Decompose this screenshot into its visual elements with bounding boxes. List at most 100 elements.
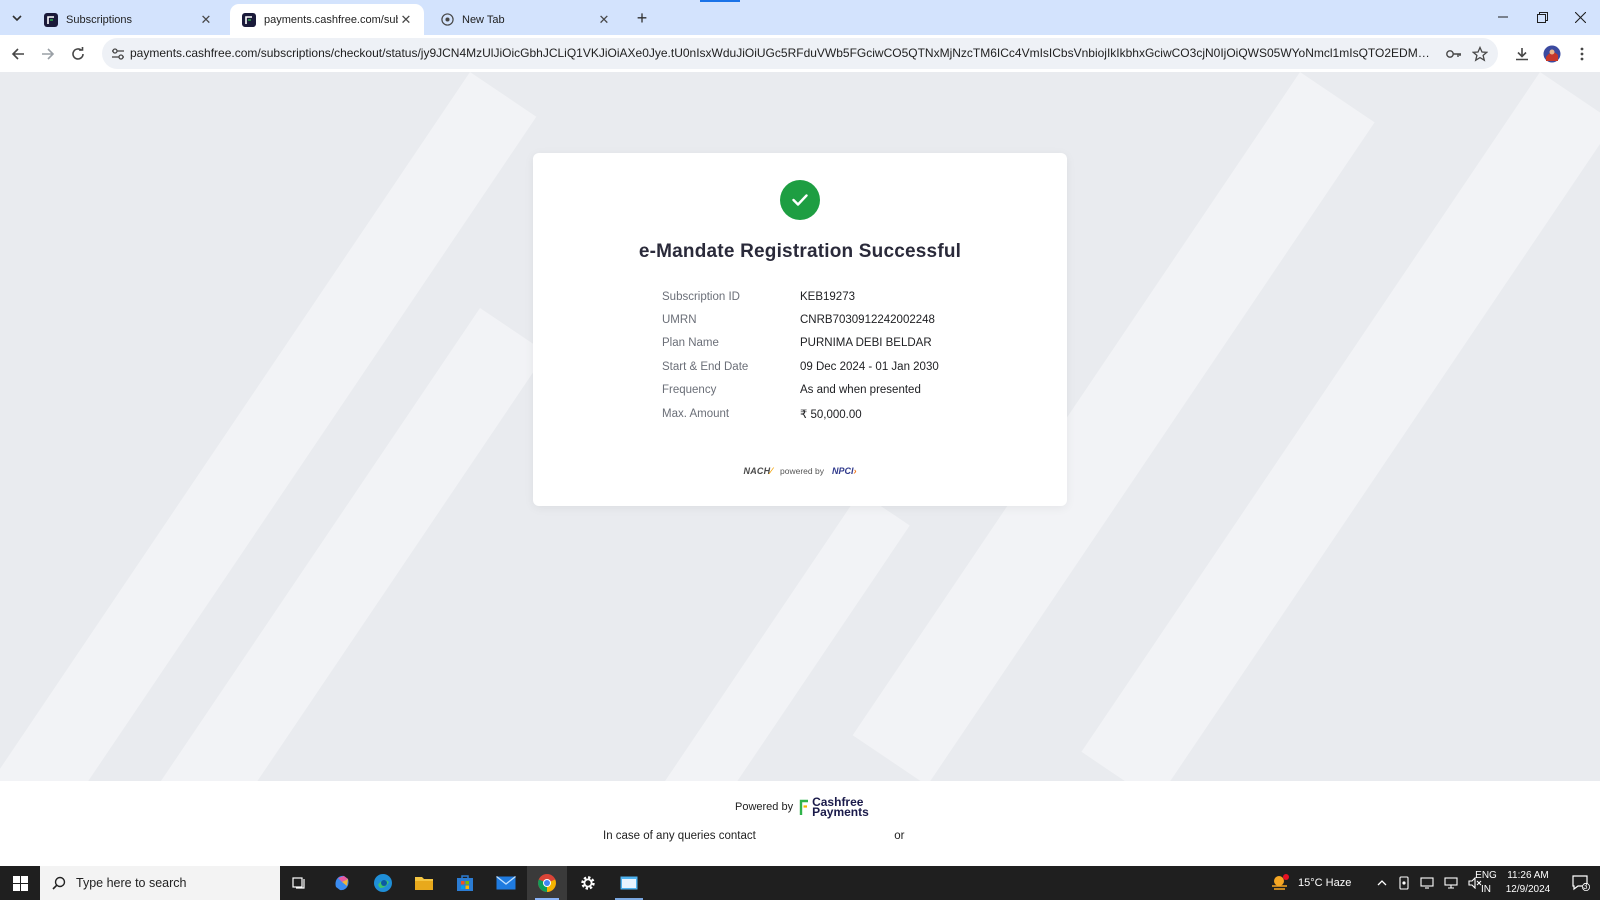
system-tray-icons	[1376, 866, 1482, 900]
status-title: e-Mandate Registration Successful	[638, 241, 962, 262]
minimize-icon	[1498, 16, 1508, 18]
npci-logo-text: NPCI	[831, 466, 854, 476]
new-tab-button[interactable]: +	[630, 6, 654, 30]
npci-logo-mark: ›	[853, 466, 857, 476]
open-app-button[interactable]	[609, 866, 649, 900]
meet-now-icon[interactable]	[1398, 876, 1410, 890]
mandate-status-card: e-Mandate Registration Successful Subscr…	[533, 153, 1067, 506]
mail-icon	[496, 876, 516, 890]
chrome-globe-icon	[440, 13, 454, 27]
chrome-button[interactable]	[527, 866, 567, 900]
clock[interactable]: 11:26 AM 12/9/2024	[1500, 869, 1556, 897]
cashfree-favicon-icon	[242, 12, 256, 27]
tab-title: New Tab	[462, 13, 505, 26]
lang-line2: IN	[1481, 884, 1491, 895]
settings-button[interactable]	[568, 866, 608, 900]
mail-button[interactable]	[486, 866, 526, 900]
detail-row-umrn: UMRN CNRB7030912242002248	[662, 308, 1002, 331]
detail-value: CNRB7030912242002248	[800, 314, 935, 327]
chevron-down-icon	[12, 15, 22, 22]
edge-button[interactable]	[363, 866, 403, 900]
password-key-icon[interactable]	[1444, 44, 1464, 64]
mandate-details-list: Subscription ID KEB19273 UMRN CNRB703091…	[662, 285, 1002, 425]
display-icon[interactable]	[1420, 877, 1434, 889]
file-explorer-button[interactable]	[404, 866, 444, 900]
clock-time: 11:26 AM	[1507, 870, 1549, 881]
network-icon[interactable]	[1444, 877, 1458, 889]
forward-button[interactable]	[34, 40, 62, 68]
arrow-right-icon	[42, 48, 55, 60]
cashfree-logo: Cashfree Payments	[799, 796, 869, 819]
close-icon[interactable]: ✕	[198, 12, 214, 28]
lang-line1: ENG	[1475, 870, 1497, 881]
detail-row-subscription-id: Subscription ID KEB19273	[662, 285, 1002, 308]
powered-by-text: powered by	[780, 466, 824, 476]
address-bar[interactable]: payments.cashfree.com/subscriptions/chec…	[102, 38, 1498, 69]
site-info-icon[interactable]	[108, 44, 128, 64]
restore-button[interactable]	[1523, 0, 1561, 34]
url-text[interactable]: payments.cashfree.com/subscriptions/chec…	[130, 46, 1435, 60]
reload-button[interactable]	[64, 40, 92, 68]
support-phone-link[interactable]	[908, 830, 998, 842]
store-icon	[457, 875, 473, 891]
powered-by-label: Powered by	[735, 801, 794, 813]
bookmark-star-icon[interactable]	[1470, 44, 1490, 64]
page-footer: Powered by Cashfree Payments In case of …	[0, 781, 1600, 866]
weather-widget[interactable]: 15°C Haze	[1270, 866, 1351, 900]
nach-logo-mark: ⁄	[770, 466, 773, 476]
windows-taskbar: Type here to search 15°C Haze ENG IN 11:…	[0, 866, 1600, 900]
detail-label: UMRN	[662, 314, 697, 327]
detail-value: 09 Dec 2024 - 01 Jan 2030	[800, 360, 939, 373]
cashfree-favicon-icon	[44, 12, 58, 27]
reload-icon	[72, 47, 84, 60]
app-window-icon	[620, 876, 638, 890]
nach-logo: NACH⁄	[744, 466, 773, 476]
tab-payments-status[interactable]: payments.cashfree.com/subscri ✕	[230, 4, 424, 35]
detail-label: Plan Name	[662, 337, 719, 350]
chrome-menu-button[interactable]	[1568, 40, 1596, 68]
support-email-link[interactable]	[759, 830, 891, 842]
profile-avatar-button[interactable]	[1538, 40, 1566, 68]
powered-by-cashfree: Powered by Cashfree Payments	[735, 796, 869, 819]
taskbar-search-box[interactable]: Type here to search	[40, 866, 280, 900]
search-placeholder: Type here to search	[76, 876, 187, 890]
copilot-icon	[335, 875, 349, 891]
arrow-left-icon	[11, 48, 24, 60]
success-check-icon	[780, 180, 820, 220]
detail-value: As and when presented	[800, 384, 921, 397]
tab-new-tab[interactable]: New Tab ✕	[428, 4, 622, 35]
npci-logo: NPCI›	[832, 466, 857, 476]
detail-row-plan-name: Plan Name PURNIMA DEBI BELDAR	[662, 332, 1002, 355]
detail-label: Subscription ID	[662, 290, 740, 303]
back-button[interactable]	[4, 40, 32, 68]
tab-subscriptions[interactable]: Subscriptions ✕	[32, 4, 224, 35]
notification-center-button[interactable]: 3	[1566, 866, 1596, 900]
start-button[interactable]	[0, 866, 40, 900]
detail-row-max-amount: Max. Amount ₹ 50,000.00	[662, 402, 1002, 425]
close-icon	[1574, 11, 1586, 23]
close-icon[interactable]: ✕	[596, 12, 612, 28]
copilot-button[interactable]	[322, 866, 362, 900]
chevron-up-icon[interactable]	[1376, 877, 1388, 889]
notification-count: 3	[1583, 882, 1588, 891]
detail-row-frequency: Frequency As and when presented	[662, 379, 1002, 402]
nach-npci-footer: NACH⁄ powered by NPCI›	[533, 466, 1067, 476]
cashfree-wordmark-line2: Payments	[812, 805, 869, 819]
detail-label: Start & End Date	[662, 360, 749, 373]
avatar-icon	[1543, 45, 1561, 63]
input-language[interactable]: ENG IN	[1474, 869, 1498, 897]
close-icon[interactable]: ✕	[398, 12, 414, 28]
nach-logo-text: NACH	[743, 466, 771, 476]
close-window-button[interactable]	[1561, 0, 1599, 34]
tab-title: Subscriptions	[66, 13, 133, 26]
tab-search-button[interactable]	[5, 6, 29, 30]
downloads-button[interactable]	[1508, 40, 1536, 68]
chrome-icon	[538, 874, 556, 892]
minimize-button[interactable]	[1484, 0, 1522, 34]
cashfree-logo-icon	[799, 799, 809, 815]
task-view-button[interactable]	[280, 866, 320, 900]
support-contact-line: In case of any queries contact or	[603, 830, 998, 842]
cashfree-wordmark: Cashfree Payments	[812, 796, 869, 819]
microsoft-store-button[interactable]	[445, 866, 485, 900]
task-view-icon	[292, 877, 305, 889]
